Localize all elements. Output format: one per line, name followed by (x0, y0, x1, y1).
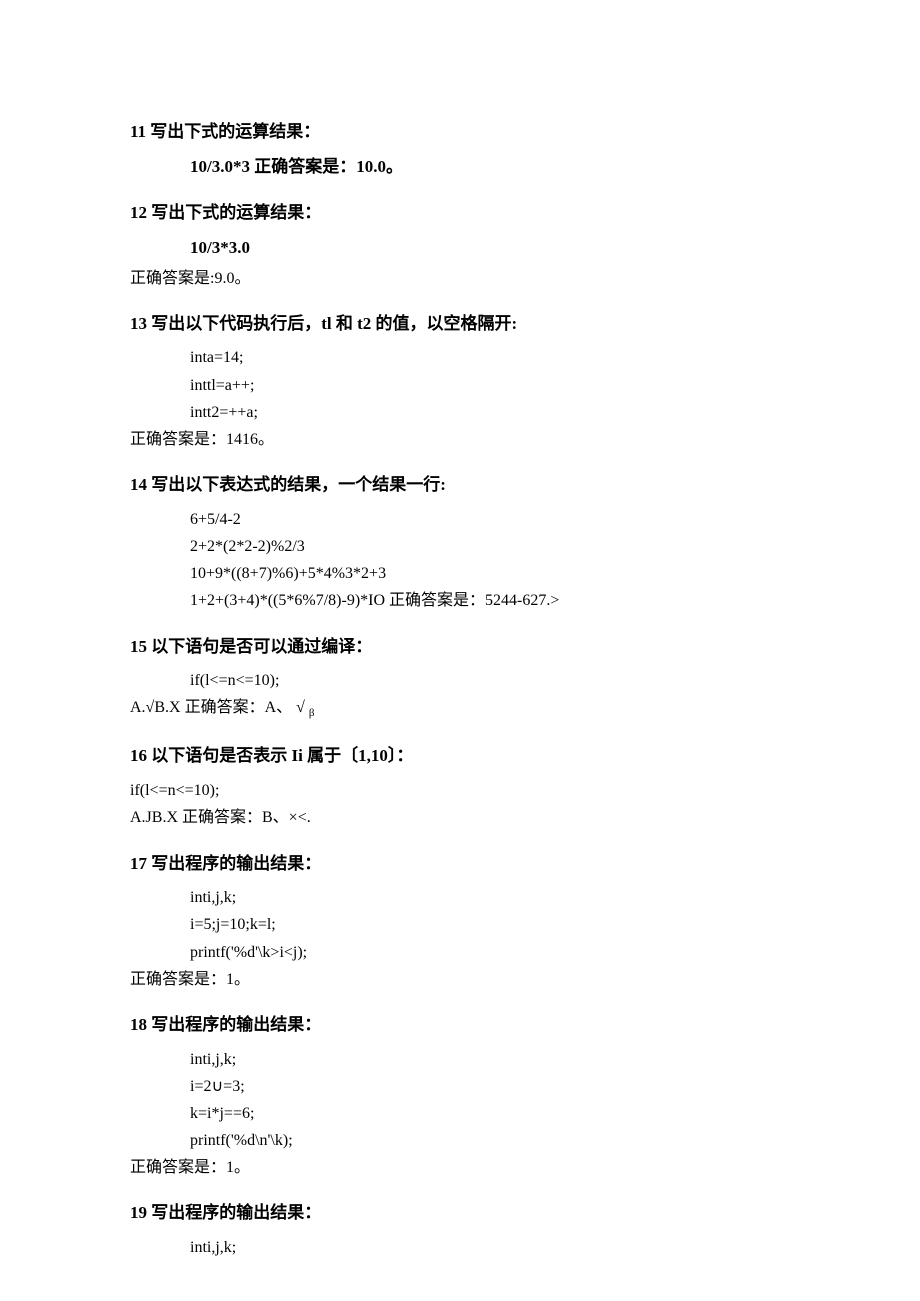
q18-line-3: printf('%d\n'\k); (190, 1129, 790, 1152)
q15-answer: A.√B.X 正确答案：A、 √ β (130, 696, 790, 722)
q11-heading: 11 写出下式的运算结果： (130, 120, 790, 145)
q13-answer: 正确答案是：1416。 (130, 428, 790, 451)
q18-line-0: inti,j,k; (190, 1048, 790, 1071)
q14-line-1: 2+2*(2*2-2)%2/3 (190, 535, 790, 558)
q17-heading: 17 写出程序的输出结果： (130, 852, 790, 877)
q12-heading: 12 写出下式的运算结果： (130, 201, 790, 226)
q14-line-3: 1+2+(3+4)*((5*6%7/8)-9)*IO 正确答案是：5244-62… (190, 589, 790, 612)
q16-line-1: if(l<=n<=10); (130, 779, 790, 802)
q13-line-1: inttl=a++; (190, 374, 790, 397)
q18-line-2: k=i*j==6; (190, 1102, 790, 1125)
q13-line-0: inta=14; (190, 346, 790, 369)
q17-answer: 正确答案是：1。 (130, 968, 790, 991)
q13-line-2: intt2=++a; (190, 401, 790, 424)
q15-line-1: if(l<=n<=10); (190, 669, 790, 692)
q18-answer: 正确答案是：1。 (130, 1156, 790, 1179)
q12-expr: 10/3*3.0 (190, 236, 790, 261)
q11-content: 10/3.0*3 正确答案是：10.0。 (190, 155, 790, 180)
q14-heading: 14 写出以下表达式的结果，一个结果一行: (130, 473, 790, 498)
q18-line-1: i=2∪=3; (190, 1075, 790, 1098)
q14-line-0: 6+5/4-2 (190, 508, 790, 531)
q12-answer: 正确答案是:9.0。 (130, 267, 790, 290)
q18-heading: 18 写出程序的输出结果： (130, 1013, 790, 1038)
q19-heading: 19 写出程序的输出结果： (130, 1201, 790, 1226)
q15-heading: 15 以下语句是否可以通过编译： (130, 635, 790, 660)
q17-line-2: printf('%d'\k>i<j); (190, 941, 790, 964)
q17-line-1: i=5;j=10;k=l; (190, 913, 790, 936)
q15-answer-sub: β (309, 708, 315, 720)
q14-line-2: 10+9*((8+7)%6)+5*4%3*2+3 (190, 562, 790, 585)
q13-heading: 13 写出以下代码执行后，tl 和 t2 的值，以空格隔开: (130, 312, 790, 337)
q17-line-0: inti,j,k; (190, 886, 790, 909)
q19-line-0: inti,j,k; (190, 1236, 790, 1259)
q16-answer: A.JB.X 正确答案：B、×<. (130, 806, 790, 829)
q15-answer-prefix: A.√B.X 正确答案：A、 √ (130, 699, 309, 716)
q16-heading: 16 以下语句是否表示 Ii 属于〔1,10〕： (130, 744, 790, 769)
